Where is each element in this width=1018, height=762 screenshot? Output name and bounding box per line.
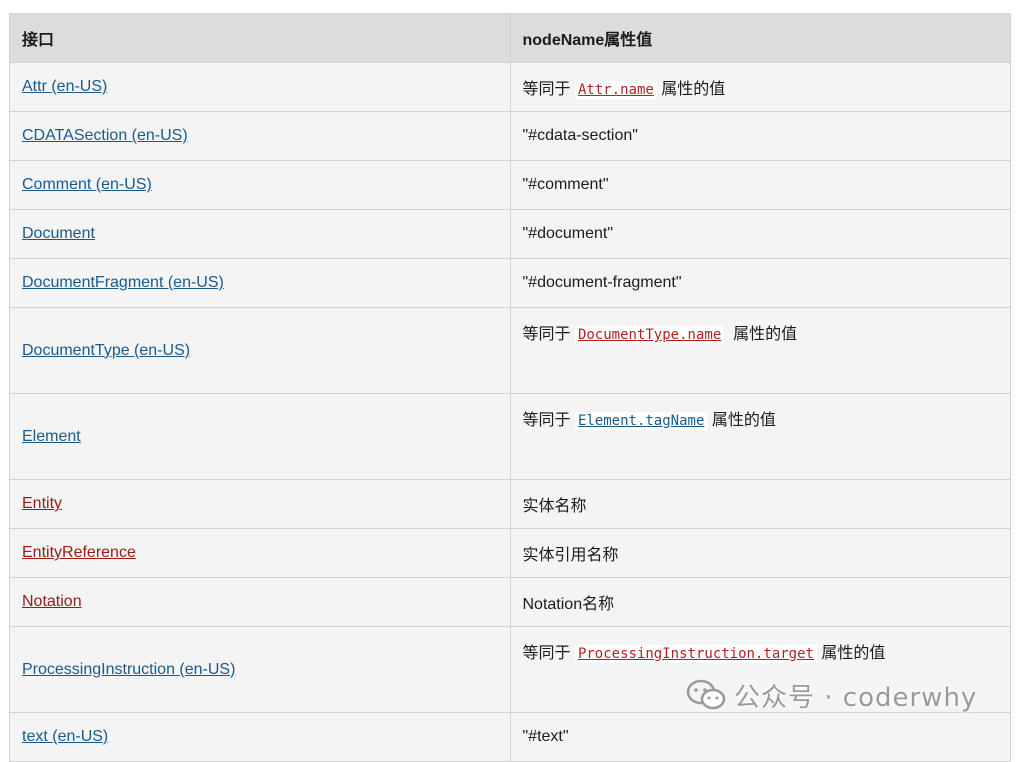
table-row: Comment (en-US) "#comment" bbox=[9, 160, 1011, 210]
interface-cell: ProcessingInstruction (en-US) bbox=[9, 626, 511, 713]
node-name-value-cell: "#comment" bbox=[509, 160, 1011, 210]
table-row: Element 等同于 Element.tagName 属性的值 bbox=[9, 393, 1011, 480]
property-code-link[interactable]: Element.tagName bbox=[574, 412, 708, 430]
value-suffix: 属性的值 bbox=[656, 81, 726, 98]
interface-cell: Element bbox=[9, 393, 511, 480]
header-interface: 接口 bbox=[9, 13, 511, 63]
value-text: "#comment" bbox=[522, 176, 609, 193]
interface-cell: text (en-US) bbox=[9, 712, 511, 762]
node-name-value-cell: "#document" bbox=[509, 209, 1011, 259]
value-text: "#document" bbox=[522, 225, 614, 242]
interface-link[interactable]: Element bbox=[22, 428, 81, 445]
interface-cell: Document bbox=[9, 209, 511, 259]
value-text: 实体引用名称 bbox=[522, 547, 619, 564]
node-name-value-cell: "#cdata-section" bbox=[509, 111, 1011, 161]
value-prefix: 等同于 bbox=[522, 326, 575, 343]
value-text: Notation名称 bbox=[522, 596, 615, 613]
watermark: 公众号 · coderwhy bbox=[686, 677, 977, 713]
value-suffix: 属性的值 bbox=[816, 645, 886, 662]
value-suffix: 属性的值 bbox=[724, 326, 798, 343]
node-name-table: 接口 nodeName属性值 Attr (en-US) 等同于 Attr.name… bbox=[9, 13, 1011, 762]
node-name-value-cell: 实体名称 bbox=[509, 479, 1011, 529]
node-name-value-cell: 等同于 DocumentType.name 属性的值 bbox=[509, 307, 1011, 394]
interface-cell: Entity bbox=[9, 479, 511, 529]
table-row: DocumentType (en-US) 等同于 DocumentType.nam… bbox=[9, 307, 1011, 394]
node-name-value-cell: 等同于 Attr.name 属性的值 bbox=[509, 62, 1011, 112]
interface-cell: DocumentType (en-US) bbox=[9, 307, 511, 394]
interface-link[interactable]: Document bbox=[22, 225, 95, 242]
value-text: "#cdata-section" bbox=[522, 127, 638, 144]
node-name-value-cell: 等同于 Element.tagName 属性的值 bbox=[509, 393, 1011, 480]
table-header-row: 接口 nodeName属性值 bbox=[9, 13, 1011, 63]
interface-link[interactable]: CDATASection (en-US) bbox=[22, 127, 188, 144]
interface-link[interactable]: text (en-US) bbox=[22, 728, 108, 745]
interface-link[interactable]: DocumentType (en-US) bbox=[22, 342, 190, 359]
value-prefix: 等同于 bbox=[522, 412, 575, 429]
node-name-value-cell: Notation名称 bbox=[509, 577, 1011, 627]
interface-cell: EntityReference bbox=[9, 528, 511, 578]
node-name-value-cell: "#text" bbox=[509, 712, 1011, 762]
interface-link[interactable]: EntityReference bbox=[22, 544, 136, 561]
interface-link[interactable]: Attr (en-US) bbox=[22, 78, 107, 95]
table-row: Notation Notation名称 bbox=[9, 577, 1011, 627]
value-text: "#document-fragment" bbox=[522, 274, 682, 291]
interface-link[interactable]: Notation bbox=[22, 593, 82, 610]
interface-link[interactable]: Comment (en-US) bbox=[22, 176, 152, 193]
property-code-link[interactable]: DocumentType.name bbox=[574, 326, 725, 344]
table-row: DocumentFragment (en-US) "#document-fragm… bbox=[9, 258, 1011, 308]
table-row: Attr (en-US) 等同于 Attr.name 属性的值 bbox=[9, 62, 1011, 112]
interface-link[interactable]: Entity bbox=[22, 495, 62, 512]
table-row: Document "#document" bbox=[9, 209, 1011, 259]
interface-cell: Comment (en-US) bbox=[9, 160, 511, 210]
table-row: EntityReference 实体引用名称 bbox=[9, 528, 1011, 578]
interface-link[interactable]: DocumentFragment (en-US) bbox=[22, 274, 224, 291]
wechat-icon bbox=[686, 679, 726, 710]
interface-cell: Attr (en-US) bbox=[9, 62, 511, 112]
interface-link[interactable]: ProcessingInstruction (en-US) bbox=[22, 661, 235, 678]
node-name-value-cell: "#document-fragment" bbox=[509, 258, 1011, 308]
value-prefix: 等同于 bbox=[522, 645, 575, 662]
watermark-text: 公众号 · coderwhy bbox=[734, 682, 978, 713]
interface-cell: DocumentFragment (en-US) bbox=[9, 258, 511, 308]
table-row: text (en-US) "#text" bbox=[9, 712, 1011, 762]
header-node-name: nodeName属性值 bbox=[509, 13, 1011, 63]
node-name-value-cell: 实体引用名称 bbox=[509, 528, 1011, 578]
value-text: "#text" bbox=[522, 728, 569, 745]
value-prefix: 等同于 bbox=[522, 81, 575, 98]
interface-cell: Notation bbox=[9, 577, 511, 627]
value-text: 实体名称 bbox=[522, 498, 587, 515]
value-suffix: 属性的值 bbox=[707, 412, 776, 429]
property-code-link[interactable]: ProcessingInstruction.target bbox=[574, 645, 817, 663]
interface-cell: CDATASection (en-US) bbox=[9, 111, 511, 161]
table-row: CDATASection (en-US) "#cdata-section" bbox=[9, 111, 1011, 161]
property-code-link[interactable]: Attr.name bbox=[574, 81, 657, 99]
table-row: Entity 实体名称 bbox=[9, 479, 1011, 529]
